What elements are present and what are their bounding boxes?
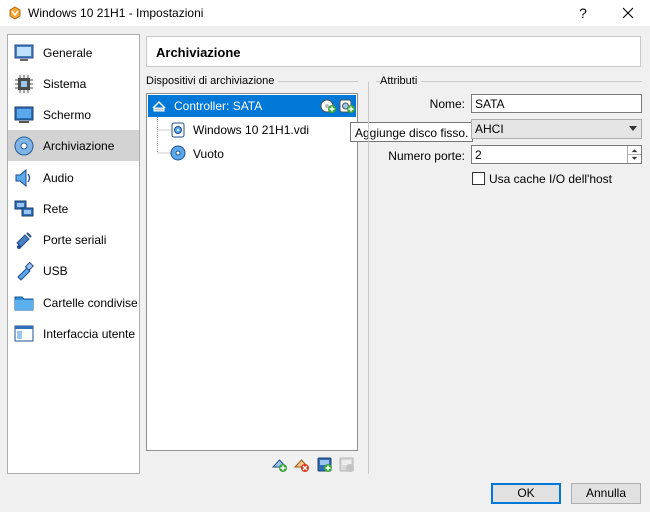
- optical-disc-icon: [170, 145, 186, 161]
- sidebar-item-label: Archiviazione: [43, 139, 115, 153]
- sidebar-item-label: Porte seriali: [43, 233, 107, 247]
- title-bar: Windows 10 21H1 - Impostazioni ?: [0, 0, 650, 26]
- storage-tree[interactable]: Controller: SATA Windows 10 21H1.vdi Vuo…: [146, 93, 358, 451]
- optical-entry-label[interactable]: Vuoto: [193, 147, 224, 161]
- user-interface-icon: [14, 325, 34, 342]
- network-icon: [14, 200, 34, 217]
- page-header: Archiviazione: [146, 36, 641, 67]
- close-icon[interactable]: [614, 2, 642, 24]
- name-label: Nome:: [429, 97, 465, 111]
- page-title: Archiviazione: [156, 45, 241, 60]
- sidebar-item-audio[interactable]: Audio: [8, 162, 139, 193]
- add-optical-drive-icon[interactable]: [320, 98, 336, 114]
- controller-type-select[interactable]: AHCI: [471, 119, 642, 139]
- attributes-group-label: Attributi: [380, 75, 422, 87]
- sata-controller-icon: [152, 100, 166, 112]
- ports-value: 2: [475, 148, 482, 162]
- devices-group-label: Dispositivi di archiviazione: [146, 75, 279, 87]
- virtualbox-app-icon: [9, 6, 21, 20]
- add-attachment-icon[interactable]: [316, 456, 333, 473]
- host-io-cache-checkbox[interactable]: [472, 172, 485, 185]
- help-button[interactable]: ?: [572, 2, 594, 24]
- sidebar-item-label: Schermo: [43, 108, 92, 122]
- sidebar-item-sistema[interactable]: Sistema: [8, 68, 139, 99]
- ports-label: Numero porte:: [388, 149, 465, 163]
- controller-label: Controller: SATA: [174, 99, 263, 113]
- audio-icon: [15, 168, 31, 188]
- sidebar-item-label: Generale: [43, 46, 93, 60]
- system-icon: [15, 75, 33, 93]
- sidebar-item-label: Rete: [43, 202, 69, 216]
- sidebar-item-schermo[interactable]: Schermo: [8, 99, 139, 130]
- sidebar-item-interfaccia-utente[interactable]: Interfaccia utente: [8, 318, 139, 349]
- cancel-button[interactable]: Annulla: [571, 483, 641, 504]
- ports-stepper[interactable]: 2: [471, 145, 642, 164]
- sidebar-item-rete[interactable]: Rete: [8, 193, 139, 224]
- window-title: Windows 10 21H1 - Impostazioni: [28, 6, 204, 20]
- panel-separator: [368, 82, 369, 474]
- sidebar-item-usb[interactable]: USB: [8, 255, 139, 286]
- general-icon: [14, 44, 34, 61]
- ok-button[interactable]: OK: [491, 483, 561, 504]
- tree-row-controller-sata[interactable]: Controller: SATA: [148, 95, 356, 117]
- controller-type-value: AHCI: [475, 122, 504, 136]
- add-controller-icon[interactable]: [271, 456, 288, 473]
- sidebar-item-label: Audio: [43, 171, 74, 185]
- sidebar-item-cartelle-condivise[interactable]: Cartelle condivise: [8, 287, 139, 318]
- remove-attachment-icon: [339, 457, 354, 472]
- sidebar-item-archiviazione[interactable]: Archiviazione: [8, 130, 139, 161]
- display-icon: [14, 106, 34, 123]
- sidebar-item-label: Sistema: [43, 77, 87, 91]
- spin-arrows-icon[interactable]: [627, 146, 641, 163]
- storage-icon: [14, 136, 34, 156]
- hard-disk-icon: [171, 122, 185, 138]
- usb-icon: [17, 261, 34, 281]
- sidebar-item-label: Cartelle condivise: [43, 296, 138, 310]
- disk-entry-label[interactable]: Windows 10 21H1.vdi: [193, 123, 309, 137]
- shared-folders-icon: [14, 296, 34, 311]
- serial-ports-icon: [16, 232, 32, 249]
- remove-controller-icon[interactable]: [293, 456, 310, 473]
- host-io-cache-label: Usa cache I/O dell'host: [489, 172, 613, 186]
- add-hard-disk-icon[interactable]: [339, 98, 355, 114]
- name-field[interactable]: SATA: [471, 94, 642, 113]
- settings-sidebar: Generale Sistema Schermo Archiviazione A…: [7, 34, 140, 474]
- chevron-down-icon: [629, 126, 637, 131]
- sidebar-item-label: USB: [43, 264, 68, 278]
- sidebar-item-label: Interfaccia utente: [43, 327, 136, 341]
- sidebar-item-porte-seriali[interactable]: Porte seriali: [8, 224, 139, 255]
- sidebar-item-generale[interactable]: Generale: [8, 37, 139, 68]
